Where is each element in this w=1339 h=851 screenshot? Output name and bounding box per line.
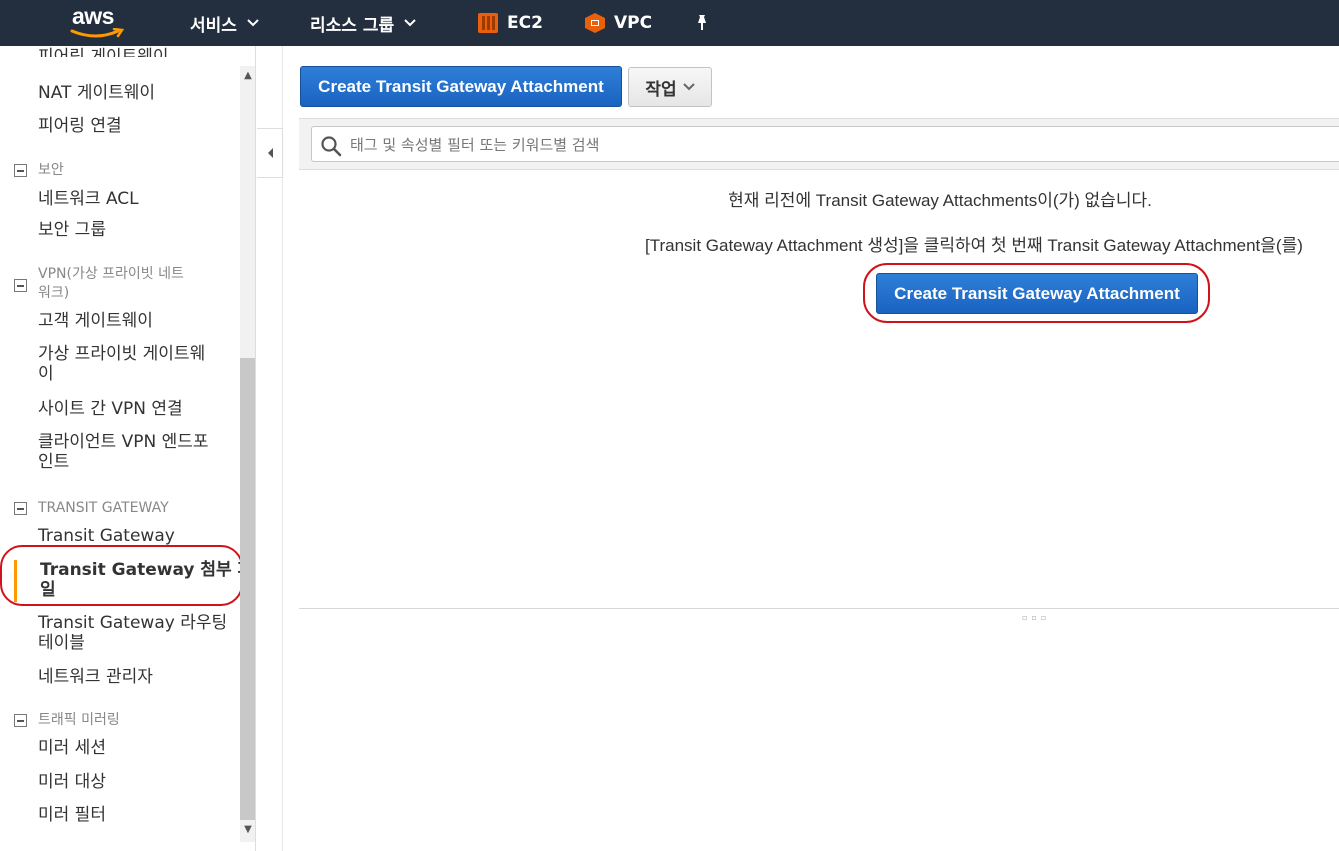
sidebar-item-customer-gateway[interactable]: 고객 게이트웨이 bbox=[38, 311, 153, 331]
sidebar-item-mirror-filters[interactable]: 미러 필터 bbox=[38, 805, 106, 825]
aws-smile-icon bbox=[70, 28, 125, 38]
services-label: 서비스 bbox=[190, 15, 237, 36]
sidebar-section-security[interactable]: 보안 bbox=[14, 161, 64, 180]
highlight-annotation bbox=[863, 263, 1210, 323]
vpc-label: VPC bbox=[614, 13, 653, 33]
sidebar-item-label: Transit Gateway 라우팅 bbox=[38, 613, 228, 633]
panel-splitter[interactable] bbox=[299, 608, 1339, 609]
services-menu[interactable]: 서비스 bbox=[190, 0, 259, 46]
pin-icon bbox=[698, 15, 706, 30]
search-icon bbox=[321, 136, 342, 157]
vpc-icon bbox=[585, 13, 605, 33]
pin-button[interactable] bbox=[694, 0, 710, 46]
chevron-down-icon bbox=[682, 80, 695, 94]
sidebar-item-label: 테이블 bbox=[38, 633, 85, 653]
sidebar-item-peering[interactable]: 피어링 연결 bbox=[38, 116, 122, 136]
chevron-down-icon bbox=[404, 16, 416, 30]
create-attachment-button[interactable]: Create Transit Gateway Attachment bbox=[300, 66, 622, 107]
collapse-icon[interactable] bbox=[14, 164, 27, 177]
sidebar: 피어링 게이트웨이 NAT 게이트웨이 피어링 연결 보안 네트워크 ACL 보… bbox=[0, 46, 256, 851]
collapse-icon[interactable] bbox=[14, 714, 27, 727]
sidebar-item-tgw-route-tables[interactable]: Transit Gateway 라우팅 테이블 bbox=[38, 613, 227, 653]
collapse-icon[interactable] bbox=[14, 502, 27, 515]
section-title-line1: VPN(가상 프라이빗 네트 bbox=[38, 266, 184, 282]
empty-state-hint: [Transit Gateway Attachment 생성]을 클릭하여 첫 … bbox=[645, 236, 1303, 255]
resource-groups-label: 리소스 그룹 bbox=[310, 15, 395, 36]
sidebar-item-transit-gateway[interactable]: Transit Gateway bbox=[38, 526, 175, 546]
vpc-shortcut[interactable]: VPC bbox=[584, 0, 652, 46]
aws-logo[interactable]: aws bbox=[68, 3, 128, 39]
sidebar-item-label: 인트 bbox=[38, 452, 70, 472]
sidebar-item-site-to-site-vpn[interactable]: 사이트 간 VPN 연결 bbox=[38, 399, 183, 419]
section-title: TRANSIT GATEWAY bbox=[38, 500, 169, 516]
resize-grip-icon[interactable]: ▫▫▫ bbox=[1022, 613, 1050, 622]
sidebar-item-mirror-targets[interactable]: 미러 대상 bbox=[38, 772, 106, 792]
scroll-up-icon[interactable]: ▲ bbox=[240, 68, 255, 84]
section-title: 트래픽 미러링 bbox=[38, 712, 120, 728]
top-nav: aws 서비스 리소스 그룹 EC2 VPC bbox=[0, 0, 1339, 46]
sidebar-item-vpg[interactable]: 가상 프라이빗 게이트웨 이 bbox=[38, 344, 205, 384]
collapse-sidebar-button[interactable] bbox=[257, 128, 283, 178]
collapse-icon[interactable] bbox=[14, 279, 27, 292]
filter-bar: 태그 및 속성별 필터 또는 키워드별 검색 bbox=[299, 118, 1339, 170]
resource-groups-menu[interactable]: 리소스 그룹 bbox=[310, 0, 416, 46]
empty-state-message: 현재 리전에 Transit Gateway Attachments이(가) 없… bbox=[728, 191, 1152, 210]
sidebar-item-security-groups[interactable]: 보안 그룹 bbox=[38, 220, 106, 240]
sidebar-item-network-acl[interactable]: 네트워크 ACL bbox=[38, 189, 139, 209]
sidebar-item-network-manager[interactable]: 네트워크 관리자 bbox=[38, 667, 153, 687]
scroll-down-icon[interactable]: ▼ bbox=[240, 822, 255, 838]
highlight-annotation bbox=[0, 545, 243, 606]
actions-label: 작업 bbox=[645, 79, 677, 100]
actions-button[interactable]: 작업 bbox=[628, 67, 712, 107]
chevron-down-icon bbox=[247, 16, 259, 30]
sidebar-item-nat-gateway[interactable]: NAT 게이트웨이 bbox=[38, 83, 155, 103]
scrollbar-thumb[interactable] bbox=[240, 358, 255, 820]
sidebar-item-partial[interactable]: 피어링 게이트웨이 bbox=[38, 47, 169, 57]
sidebar-section-traffic-mirroring[interactable]: 트래픽 미러링 bbox=[14, 711, 120, 730]
sidebar-section-transit-gateway[interactable]: TRANSIT GATEWAY bbox=[14, 499, 169, 518]
sidebar-item-label: 가상 프라이빗 게이트웨 bbox=[38, 344, 206, 364]
ec2-shortcut[interactable]: EC2 bbox=[477, 0, 543, 46]
sidebar-item-label: 클라이언트 VPN 엔드포 bbox=[38, 432, 209, 452]
section-title-line2: 워크) bbox=[38, 285, 70, 301]
aws-logo-text: aws bbox=[72, 3, 114, 29]
section-title: 보안 bbox=[38, 162, 64, 178]
ec2-icon bbox=[478, 13, 498, 33]
sidebar-item-client-vpn[interactable]: 클라이언트 VPN 엔드포 인트 bbox=[38, 432, 209, 472]
search-input[interactable]: 태그 및 속성별 필터 또는 키워드별 검색 bbox=[311, 126, 1339, 162]
chevron-left-icon bbox=[267, 148, 273, 158]
search-placeholder: 태그 및 속성별 필터 또는 키워드별 검색 bbox=[350, 135, 600, 154]
sidebar-item-mirror-sessions[interactable]: 미러 세션 bbox=[38, 738, 106, 758]
ec2-label: EC2 bbox=[507, 13, 543, 33]
sidebar-item-label: 이 bbox=[38, 364, 54, 384]
sidebar-section-vpn[interactable]: VPN(가상 프라이빗 네트 워크) bbox=[14, 265, 184, 303]
